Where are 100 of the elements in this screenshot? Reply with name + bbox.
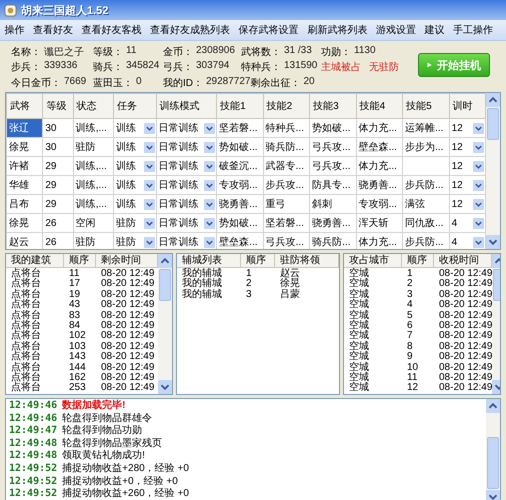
info-label: 武将数： — [241, 46, 281, 59]
table-cell: 势如破... — [310, 118, 356, 138]
table-cell: 防具专... — [310, 176, 356, 194]
table-cell: 弓兵攻... — [310, 156, 356, 176]
log-time: 12:49:48 — [9, 450, 58, 463]
chevron-down-icon — [473, 122, 484, 134]
list-cell-text: 空城 — [348, 300, 370, 310]
log-time: 12:49:52 — [9, 462, 58, 476]
list-cell-text: 08-20 12:49 — [438, 362, 492, 373]
column-header: 训练模式 — [156, 94, 217, 118]
list-cell-text: 点将台 — [10, 300, 42, 310]
list-cell-text: 赵云 — [279, 269, 301, 279]
scrollbar[interactable] — [486, 93, 500, 249]
list-cell-text: 9 — [406, 352, 414, 363]
info-label: 等级： — [93, 46, 123, 59]
log-message: 轮盘得到物品功勋 — [62, 425, 142, 438]
list-cell-text: 08-20 12:49 — [100, 310, 156, 321]
table-cell: 骁勇善... — [310, 214, 356, 232]
table-cell: 破釜沉... — [216, 156, 264, 176]
log-time: 12:49:46 — [9, 412, 58, 426]
table-cell: 武器专... — [263, 156, 310, 176]
chevron-down-icon — [144, 122, 155, 134]
list-cell-text: 08-20 12:49 — [438, 310, 492, 321]
list-cell-text: 3 — [406, 290, 414, 300]
menu-item[interactable]: 保存武将设置 — [234, 21, 303, 39]
list-cell-text: 08-20 12:49 — [100, 269, 156, 279]
list-cell-text: 143 — [68, 352, 87, 363]
menu-item[interactable]: 操作 — [0, 21, 29, 39]
list-cell-text: 点将台 — [10, 279, 42, 290]
general-name-cell[interactable]: 华雄 — [6, 176, 43, 194]
table-cell: 势如破... — [216, 138, 264, 156]
list-cell-text: 08-20 12:49 — [100, 372, 156, 383]
chevron-down-icon — [473, 236, 484, 248]
general-name-cell[interactable]: 吕布 — [6, 194, 43, 214]
log-time: 12:49:52 — [9, 488, 58, 500]
scroll-down-icon — [486, 490, 500, 500]
general-name-cell[interactable]: 赵云 — [6, 232, 43, 249]
list-cell-text: 点将台 — [10, 290, 42, 300]
table-cell: 弓兵攻... — [310, 138, 356, 156]
list-header: 我的建筑 — [6, 254, 64, 267]
chevron-down-icon — [144, 180, 155, 190]
table-cell: 同仇敌... — [402, 214, 450, 232]
menu-item[interactable]: 查看好友 — [28, 21, 78, 39]
scrollbar[interactable] — [158, 254, 172, 394]
menu-item[interactable]: 刷新武将列表 — [302, 21, 372, 39]
list-cell-text: 08-20 12:49 — [100, 383, 156, 394]
list-cell-text: 点将台 — [10, 372, 42, 383]
log-message: 轮盘得到物品群雄令 — [62, 412, 152, 424]
menu-item[interactable]: 手工操作 — [448, 21, 498, 39]
table-cell: 步兵防... — [402, 176, 450, 194]
log-message: 捕捉动物收益+260，经验 +0 — [62, 488, 189, 500]
list-cell-text: 我的辅城 — [181, 279, 223, 290]
list-cell-text: 253 — [68, 383, 87, 394]
table-cell: 浑天斩 — [356, 214, 403, 232]
info-value: 11 — [126, 44, 136, 58]
list-cell-text: 空城 — [348, 269, 370, 279]
table-cell: 训练,... — [73, 176, 114, 194]
scrollbar-thumb[interactable] — [159, 269, 171, 301]
table-cell: 坚若磐... — [216, 118, 264, 138]
scrollbar[interactable] — [486, 399, 500, 500]
list-cell-text: 84 — [68, 320, 82, 331]
chevron-down-icon — [144, 198, 155, 210]
list-cell-text: 17 — [68, 279, 82, 290]
menu-item[interactable]: 查看好友成熟列表 — [146, 21, 234, 39]
list-cell-text: 08-20 12:49 — [438, 372, 492, 383]
alert-text: 主城被占 — [321, 60, 361, 74]
list-cell-text: 点将台 — [10, 352, 42, 362]
info-label: 金币： — [163, 46, 193, 59]
list-cell-text: 43 — [68, 300, 82, 311]
table-cell: 体力充... — [356, 156, 403, 176]
list-cell-text: 144 — [68, 362, 87, 373]
list-cell-text: 08-20 12:49 — [100, 279, 156, 290]
list-cell-text: 吕蒙 — [279, 290, 301, 300]
column-header: 技能1 — [216, 94, 264, 118]
table-cell: 壁垒森... — [356, 138, 403, 156]
scrollbar-thumb[interactable] — [487, 108, 499, 140]
info-value: 谶巴之子 — [44, 46, 84, 59]
list-cell-text: 6 — [406, 320, 414, 331]
table-cell: 重弓 — [263, 194, 310, 214]
table-cell: 步兵攻... — [263, 176, 310, 194]
general-name-cell[interactable]: 张辽 — [6, 118, 43, 138]
info-value: 1130 — [354, 44, 376, 58]
general-name-cell[interactable]: 徐晃 — [6, 214, 43, 232]
menu-item[interactable]: 查看好友客栈 — [77, 21, 146, 39]
app-icon — [4, 4, 17, 16]
menu-item[interactable]: 建议 — [420, 21, 449, 39]
table-cell: 特种兵... — [263, 118, 310, 138]
column-header: 训时 — [449, 94, 486, 118]
info-value: 0 — [136, 76, 142, 89]
chevron-down-icon — [144, 218, 155, 228]
menu-item[interactable]: 游戏设置 — [372, 21, 420, 39]
table-cell: 步兵防... — [402, 232, 450, 249]
general-name-cell[interactable]: 许褚 — [6, 156, 43, 176]
list-cell-text: 点将台 — [10, 320, 42, 331]
general-name-cell[interactable]: 徐晃 — [6, 138, 43, 156]
chevron-down-icon — [204, 218, 216, 228]
column-header: 技能3 — [310, 94, 356, 118]
list-cell-text: 点将台 — [10, 342, 42, 352]
log-message: 捕捉动物收益+0，经验 +0 — [62, 476, 178, 488]
column-header: 技能4 — [356, 94, 403, 118]
